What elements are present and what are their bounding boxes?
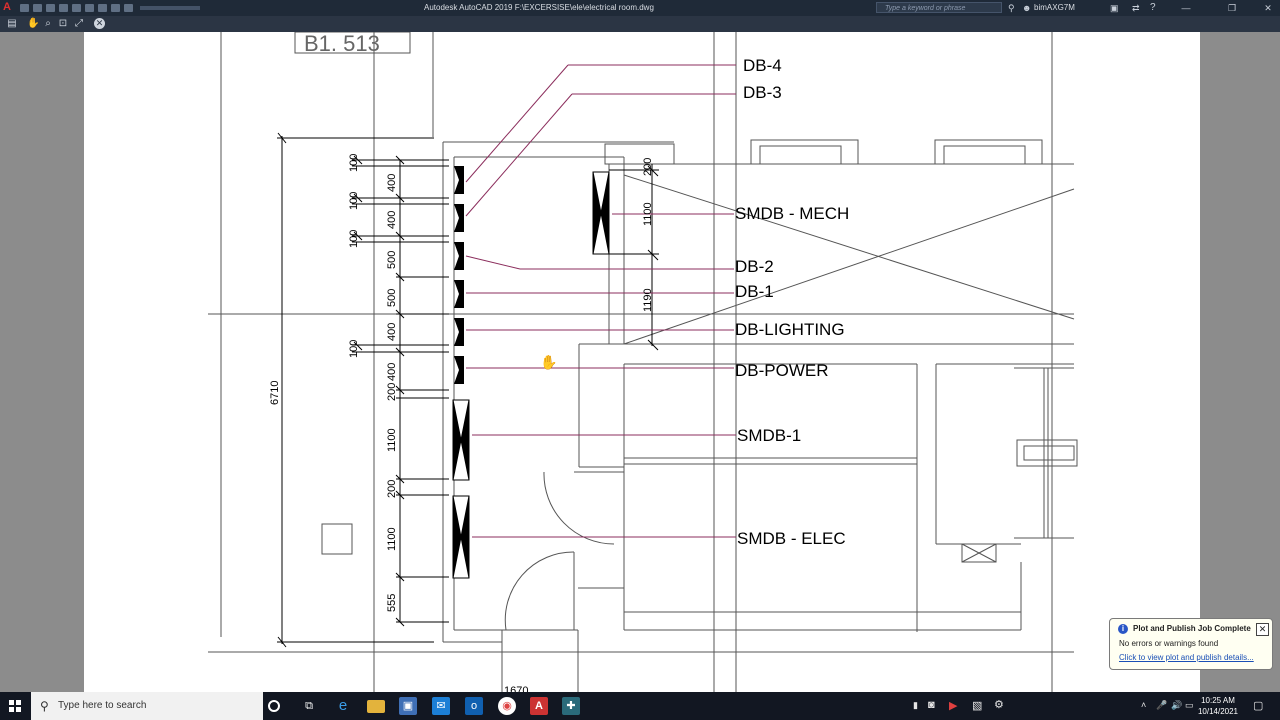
dim-100-a: 100 xyxy=(348,154,360,172)
microphone-icon[interactable]: 🎤 xyxy=(1156,700,1167,711)
edge-icon[interactable]: e xyxy=(334,697,352,715)
workspace-dropdown[interactable] xyxy=(140,6,200,10)
user-name[interactable]: bimAXG7M xyxy=(1034,3,1075,12)
label-db-1: DB-1 xyxy=(735,282,774,301)
label-smdb-mech: SMDB - MECH xyxy=(735,204,850,223)
chevron-up-icon[interactable]: ˄ xyxy=(1141,700,1146,710)
notification-close-button[interactable]: ✕ xyxy=(1256,623,1269,636)
redo-icon[interactable] xyxy=(111,4,120,12)
restore-button[interactable]: ❐ xyxy=(1222,2,1242,14)
save-icon[interactable] xyxy=(46,4,55,12)
zoom-window-icon[interactable]: ⊡ xyxy=(57,18,69,30)
cart-icon[interactable]: ▣ xyxy=(1110,3,1119,14)
share-icon[interactable] xyxy=(124,4,133,12)
label-db-3: DB-3 xyxy=(743,83,782,102)
store-icon[interactable]: ▣ xyxy=(399,697,417,715)
notification-title: Plot and Publish Job Complete xyxy=(1133,624,1251,633)
dim-555: 555 xyxy=(386,594,398,612)
title-bar: A Autodesk AutoCAD 2019 F:\EXCERSISE\ele… xyxy=(0,0,1280,16)
windows-start-icon[interactable] xyxy=(9,700,21,712)
dim-1100-a: 1100 xyxy=(386,428,398,452)
plot-details-link[interactable]: Click to view plot and publish details..… xyxy=(1119,653,1254,662)
user-icon[interactable]: ☻ xyxy=(1022,3,1031,13)
dim-total: 6710 xyxy=(269,381,281,405)
search-icon: ⚲ xyxy=(40,699,49,713)
dim-100-c: 100 xyxy=(348,230,360,248)
volume-icon[interactable]: 🔊 xyxy=(1171,700,1182,711)
dim-1100-b: 1100 xyxy=(386,527,398,551)
pan-icon[interactable]: ✋ xyxy=(27,18,39,30)
taskbar-search-placeholder: Type here to search xyxy=(58,700,147,711)
notifications-icon[interactable]: ▢ xyxy=(1253,699,1263,712)
cortana-icon[interactable] xyxy=(268,700,280,712)
notification-message: No errors or warnings found xyxy=(1119,639,1219,648)
dim-1190: 1190 xyxy=(642,288,654,312)
help-icon[interactable]: ? xyxy=(1150,2,1156,13)
camera-icon[interactable]: ◙ xyxy=(928,699,935,711)
plot-icon[interactable] xyxy=(85,4,94,12)
label-db-2: DB-2 xyxy=(735,257,774,276)
exchange-icon[interactable]: ⇄ xyxy=(1132,3,1140,14)
record-icon[interactable]: ▶ xyxy=(949,699,957,712)
outlook-icon[interactable]: o xyxy=(465,697,483,715)
label-smdb-elec: SMDB - ELEC xyxy=(737,529,846,548)
undo-icon[interactable] xyxy=(98,4,107,12)
taskbar-search-input[interactable]: ⚲ Type here to search xyxy=(31,692,263,720)
dim-400-a: 400 xyxy=(386,174,398,192)
pan-cursor-icon: ✋ xyxy=(540,354,558,370)
chrome-icon[interactable]: ◉ xyxy=(498,697,516,715)
taskbar: ⚲ Type here to search ⧉ e ▣ ✉ ◉ o A ✚ ▮ … xyxy=(0,692,1280,720)
network-icon[interactable]: ▭ xyxy=(1185,700,1194,711)
navigation-toolbar: ▤ ✋ ⌕ ⊡ ⤢ ✕ xyxy=(0,16,1280,32)
zoom-extents-icon[interactable]: ⤢ xyxy=(73,18,85,30)
web-mobile-icon[interactable] xyxy=(72,4,81,12)
tray-app-icon[interactable]: ▮ xyxy=(913,700,918,711)
label-db-4: DB-4 xyxy=(743,56,782,75)
app-icon[interactable]: ✚ xyxy=(562,697,580,715)
dim-200-b: 200 xyxy=(386,480,398,498)
floor-plan-drawing: 6710 100 100 100 100 400 400 500 500 400… xyxy=(208,32,1078,692)
label-smdb-1: SMDB-1 xyxy=(737,426,802,445)
dim-200-c: 200 xyxy=(642,158,654,176)
info-icon: i xyxy=(1118,624,1128,634)
window-title: Autodesk AutoCAD 2019 F:\EXCERSISE\ele\e… xyxy=(424,3,654,12)
help-search-input[interactable]: Type a keyword or phrase xyxy=(876,2,1002,13)
dim-100-b: 100 xyxy=(348,192,360,210)
dim-1100-c: 1100 xyxy=(642,202,654,226)
clock-date: 10/14/2021 xyxy=(1197,707,1239,716)
save-as-icon[interactable] xyxy=(59,4,68,12)
mail-icon[interactable]: ✉ xyxy=(432,697,450,715)
dim-400-b: 400 xyxy=(386,211,398,229)
dim-100-d: 100 xyxy=(348,340,360,358)
binoculars-icon[interactable]: ⚲ xyxy=(1008,3,1015,14)
print-icon[interactable]: ▤ xyxy=(6,18,18,30)
dim-width: 1670 xyxy=(504,685,528,692)
dim-400-c: 400 xyxy=(386,323,398,341)
plot-complete-notification[interactable]: i Plot and Publish Job Complete ✕ No err… xyxy=(1109,618,1273,670)
minimize-button[interactable]: — xyxy=(1176,2,1196,14)
file-explorer-icon[interactable] xyxy=(367,700,385,713)
dim-500-a: 500 xyxy=(386,251,398,269)
dim-200-a: 200 xyxy=(386,383,398,401)
settings-gear-icon[interactable]: ⚙ xyxy=(994,698,1004,711)
label-db-power: DB-POWER xyxy=(735,361,829,380)
autocad-logo-icon[interactable]: A xyxy=(3,1,11,13)
label-db-lighting: DB-LIGHTING xyxy=(735,320,845,339)
drawing-canvas[interactable]: 6710 100 100 100 100 400 400 500 500 400… xyxy=(84,32,1200,692)
clock-time: 10:25 AM xyxy=(1201,696,1235,705)
dim-500-b: 500 xyxy=(386,289,398,307)
close-preview-icon[interactable]: ✕ xyxy=(94,18,105,29)
screenshot-icon[interactable]: ▧ xyxy=(972,699,982,712)
system-clock[interactable]: 10:25 AM 10/14/2021 xyxy=(1196,695,1240,717)
dim-400-d: 400 xyxy=(386,363,398,381)
room-tag: B1. 513 xyxy=(304,32,380,56)
zoom-realtime-icon[interactable]: ⌕ xyxy=(42,18,54,30)
autocad-taskbar-icon[interactable]: A xyxy=(530,697,548,715)
new-icon[interactable] xyxy=(20,4,29,12)
open-icon[interactable] xyxy=(33,4,42,12)
task-view-icon[interactable]: ⧉ xyxy=(300,697,318,715)
close-button[interactable]: ✕ xyxy=(1258,2,1278,14)
